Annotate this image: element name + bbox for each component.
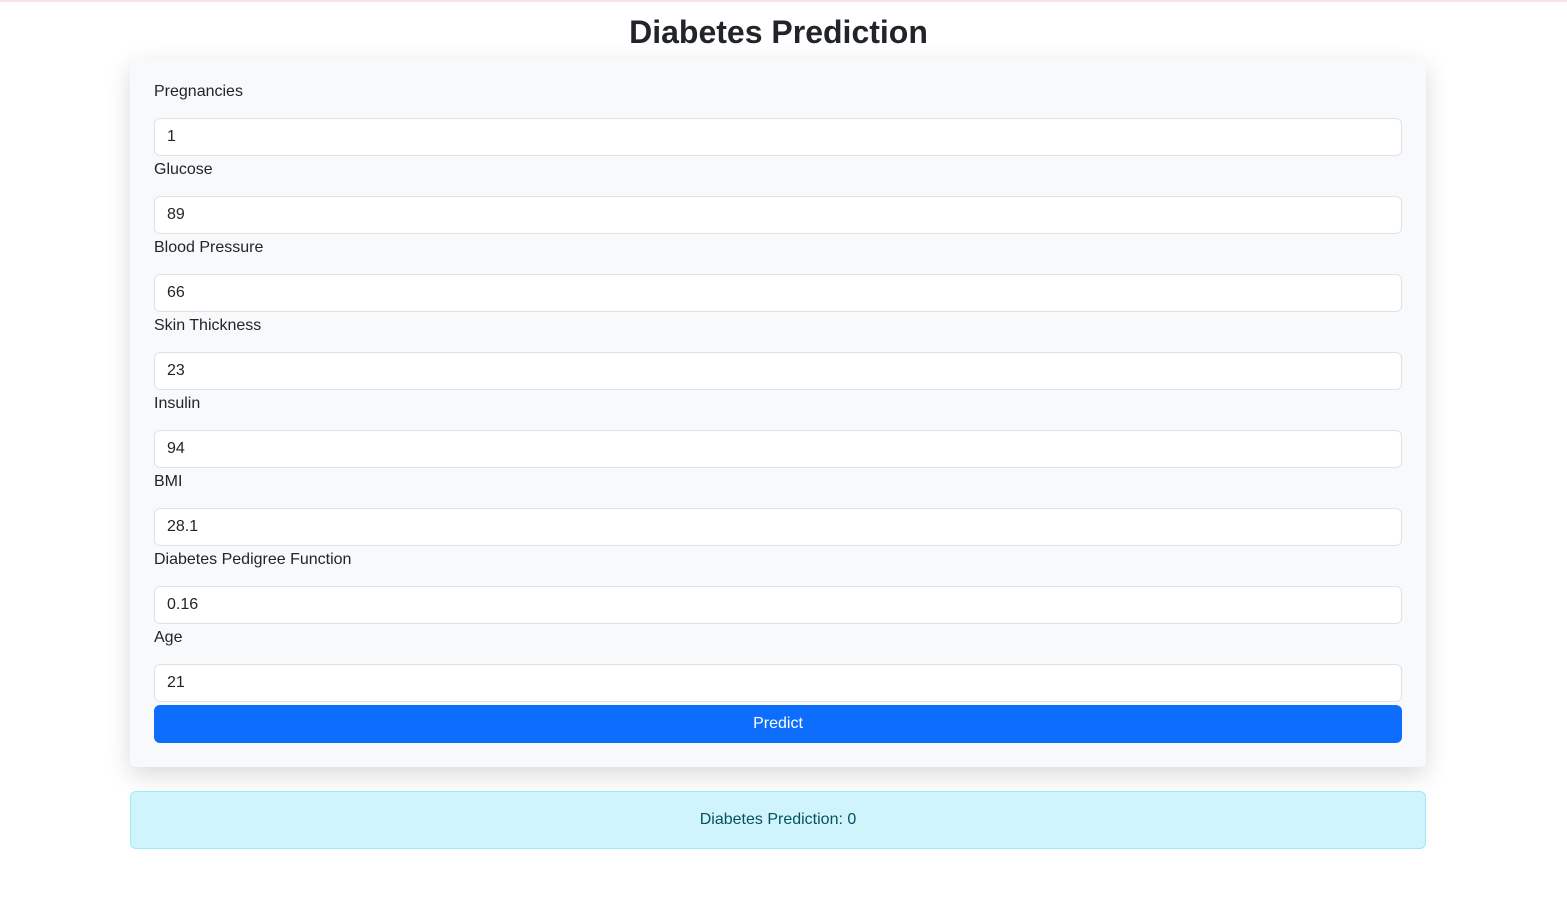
bmi-label: BMI xyxy=(154,473,183,490)
page-title: Diabetes Prediction xyxy=(629,14,928,50)
glucose-input[interactable] xyxy=(154,196,1402,234)
prediction-result-alert: Diabetes Prediction: 0 xyxy=(130,791,1426,849)
field-age: Age xyxy=(154,628,1402,702)
prediction-result-text: Diabetes Prediction: 0 xyxy=(699,811,857,828)
diabetes-pedigree-function-input[interactable] xyxy=(154,586,1402,624)
predict-button[interactable]: Predict xyxy=(154,705,1402,743)
age-input[interactable] xyxy=(154,664,1402,702)
blood-pressure-input[interactable] xyxy=(154,274,1402,312)
field-pregnancies: Pregnancies xyxy=(154,82,1402,156)
blood-pressure-label: Blood Pressure xyxy=(154,239,264,256)
insulin-label: Insulin xyxy=(154,395,201,412)
field-bmi: BMI xyxy=(154,472,1402,546)
pregnancies-label: Pregnancies xyxy=(154,83,243,100)
skin-thickness-label: Skin Thickness xyxy=(154,317,262,334)
field-blood-pressure: Blood Pressure xyxy=(154,238,1402,312)
pregnancies-input[interactable] xyxy=(154,118,1402,156)
field-diabetes-pedigree-function: Diabetes Pedigree Function xyxy=(154,550,1402,624)
glucose-label: Glucose xyxy=(154,161,213,178)
insulin-input[interactable] xyxy=(154,430,1402,468)
field-skin-thickness: Skin Thickness xyxy=(154,316,1402,390)
field-insulin: Insulin xyxy=(154,394,1402,468)
field-glucose: Glucose xyxy=(154,160,1402,234)
skin-thickness-input[interactable] xyxy=(154,352,1402,390)
top-border xyxy=(0,0,1567,2)
age-label: Age xyxy=(154,629,183,646)
bmi-input[interactable] xyxy=(154,508,1402,546)
prediction-form: Pregnancies Glucose Blood Pressure Skin … xyxy=(130,58,1426,767)
diabetes-pedigree-function-label: Diabetes Pedigree Function xyxy=(154,551,352,568)
